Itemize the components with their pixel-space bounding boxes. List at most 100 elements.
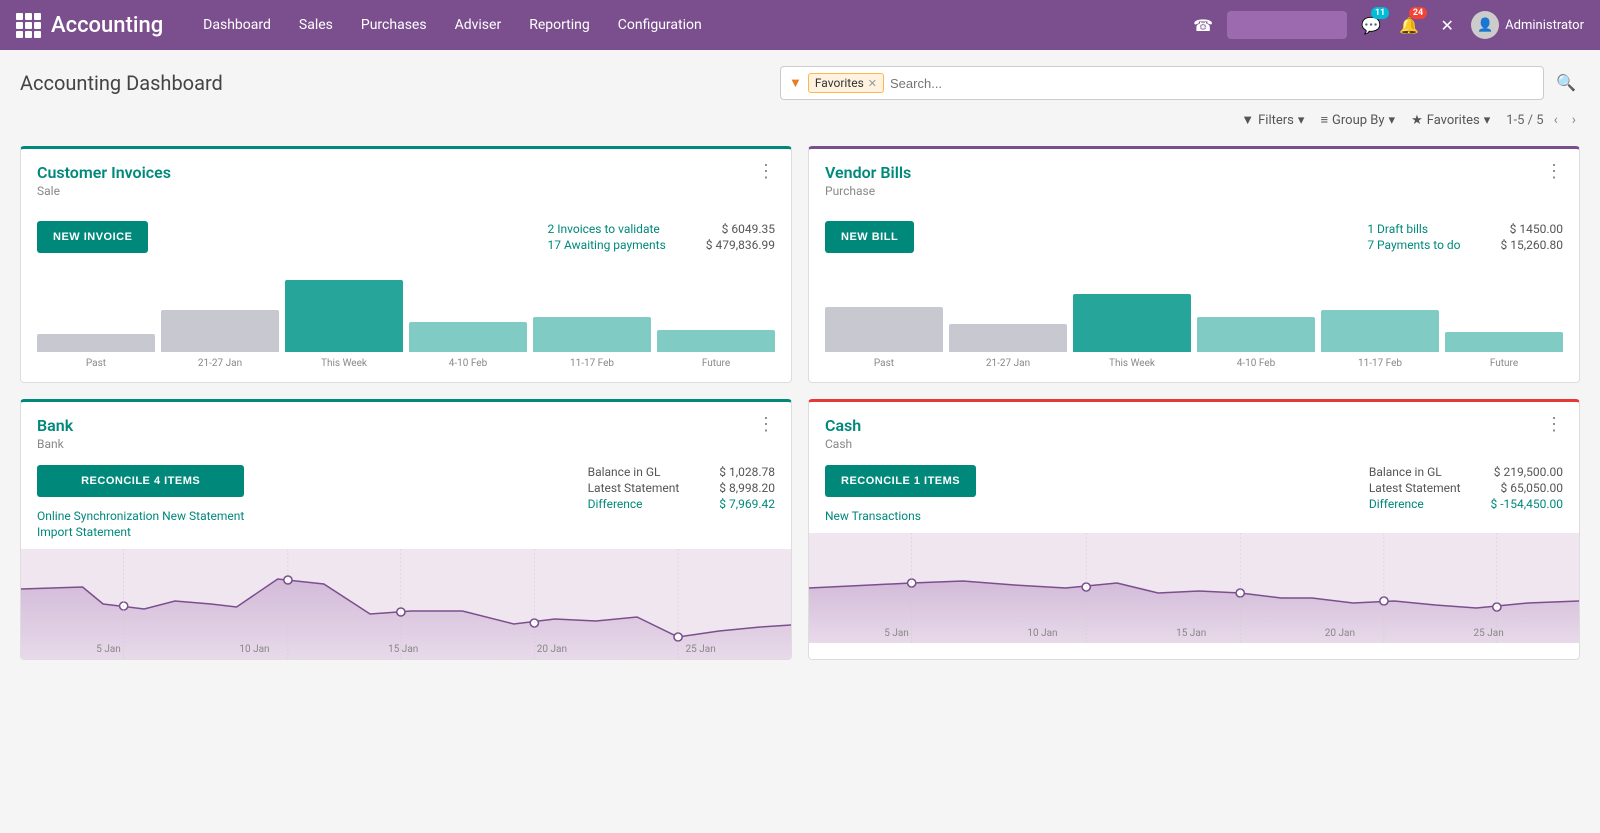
cash-difference-line: Difference $ -154,450.00 xyxy=(1369,497,1563,511)
search-box[interactable]: ▼ Favorites ✕ xyxy=(780,66,1544,100)
grid-icon xyxy=(16,13,41,38)
cash-gl-line: Balance in GL $ 219,500.00 xyxy=(1369,465,1563,479)
bank-statement-value: $ 8,998.20 xyxy=(719,481,775,495)
bar-label: 21-27 Jan xyxy=(161,358,279,369)
bank-left: RECONCILE 4 ITEMS Online Synchronization… xyxy=(37,465,244,539)
pagination-label: 1-5 / 5 xyxy=(1506,113,1543,128)
bar-label: 11-17 Feb xyxy=(533,358,651,369)
reconcile-cash-button[interactable]: RECONCILE 1 ITEMS xyxy=(825,465,976,497)
dashboard-header: Accounting Dashboard ▼ Favorites ✕ 🔍 xyxy=(20,66,1580,100)
awaiting-payments-value: $ 479,836.99 xyxy=(706,238,775,252)
vendor-bills-subtitle: Purchase xyxy=(825,184,911,198)
cash-stats: Balance in GL $ 219,500.00 Latest Statem… xyxy=(1369,465,1563,513)
cash-diff-value: $ -154,450.00 xyxy=(1490,497,1563,511)
prev-page-button[interactable]: ‹ xyxy=(1550,110,1562,130)
bar-group xyxy=(37,334,155,352)
bar-group xyxy=(409,322,527,352)
bank-label-jan25: 25 Jan xyxy=(686,644,716,655)
bank-links: Online Synchronization New Statement Imp… xyxy=(37,509,244,539)
alerts-badge: 24 xyxy=(1409,7,1427,19)
bar xyxy=(1197,317,1315,352)
menu-sales[interactable]: Sales xyxy=(287,11,345,39)
import-statement-link[interactable]: Import Statement xyxy=(37,525,244,539)
bar xyxy=(825,307,943,352)
new-invoice-button[interactable]: NEW INVOICE xyxy=(37,221,148,253)
bank-diff-value: $ 7,969.42 xyxy=(719,497,775,511)
cards-grid: Customer Invoices Sale ⋮ NEW INVOICE 2 I… xyxy=(20,146,1580,660)
favorites-button[interactable]: ★ Favorites ▾ xyxy=(1411,113,1490,128)
groupby-icon: ≡ xyxy=(1320,112,1328,128)
bar-group xyxy=(825,307,943,352)
payments-to-do-line: 7 Payments to do $ 15,260.80 xyxy=(1367,238,1563,252)
bar-group xyxy=(1197,317,1315,352)
bar-label: This Week xyxy=(285,358,403,369)
remove-filter-button[interactable]: ✕ xyxy=(868,77,877,90)
cash-chart-labels: 5 Jan 10 Jan 15 Jan 20 Jan 25 Jan xyxy=(809,628,1579,639)
cash-label-jan15: 15 Jan xyxy=(1176,628,1206,639)
customer-invoices-menu-icon[interactable]: ⋮ xyxy=(757,163,775,181)
menu-configuration[interactable]: Configuration xyxy=(606,11,714,39)
menu-reporting[interactable]: Reporting xyxy=(517,11,602,39)
search-submit-button[interactable]: 🔍 xyxy=(1552,69,1580,97)
draft-bills-link[interactable]: 1 Draft bills xyxy=(1367,222,1428,236)
groupby-button[interactable]: ≡ Group By ▾ xyxy=(1320,112,1395,128)
new-transactions-link[interactable]: New Transactions xyxy=(825,509,976,523)
bank-label-jan10: 10 Jan xyxy=(239,644,269,655)
customer-invoices-card: Customer Invoices Sale ⋮ NEW INVOICE 2 I… xyxy=(20,146,792,383)
stat-line-2: 17 Awaiting payments $ 479,836.99 xyxy=(548,238,775,252)
menu-dashboard[interactable]: Dashboard xyxy=(191,11,283,39)
bank-label-jan20: 20 Jan xyxy=(537,644,567,655)
phone-icon[interactable]: ☎ xyxy=(1189,11,1217,39)
page-title: Accounting Dashboard xyxy=(20,71,223,95)
menu-adviser[interactable]: Adviser xyxy=(443,11,514,39)
bar-group xyxy=(161,310,279,352)
online-sync-link[interactable]: Online Synchronization New Statement xyxy=(37,509,244,523)
filter-funnel-icon: ▼ xyxy=(789,75,802,91)
bar-label: Future xyxy=(1445,358,1563,369)
cash-gl-label: Balance in GL xyxy=(1369,465,1442,479)
new-bill-button[interactable]: NEW BILL xyxy=(825,221,914,253)
cash-title: Cash xyxy=(825,416,861,435)
bar-label: Past xyxy=(37,358,155,369)
alerts-icon[interactable]: 🔔 24 xyxy=(1395,11,1423,39)
invoices-validate-link[interactable]: 2 Invoices to validate xyxy=(548,222,660,236)
bar-group xyxy=(1445,332,1563,352)
menu-purchases[interactable]: Purchases xyxy=(349,11,439,39)
filters-button[interactable]: ▼ Filters ▾ xyxy=(1241,112,1304,128)
messages-badge: 11 xyxy=(1371,7,1389,19)
bar-group xyxy=(285,280,403,352)
next-page-button[interactable]: › xyxy=(1568,110,1580,130)
vendor-bills-card: Vendor Bills Purchase ⋮ NEW BILL 1 Draft… xyxy=(808,146,1580,383)
cash-label-jan25: 25 Jan xyxy=(1474,628,1504,639)
favorites-filter-tag: Favorites ✕ xyxy=(808,73,884,93)
reconcile-bank-button[interactable]: RECONCILE 4 ITEMS xyxy=(37,465,244,497)
awaiting-payments-link[interactable]: 17 Awaiting payments xyxy=(548,238,666,252)
bank-menu-icon[interactable]: ⋮ xyxy=(757,416,775,434)
topnav-search[interactable] xyxy=(1227,11,1347,39)
cash-menu-icon[interactable]: ⋮ xyxy=(1545,416,1563,434)
close-icon[interactable]: ✕ xyxy=(1433,11,1461,39)
cash-label-jan5: 5 Jan xyxy=(884,628,909,639)
vendor-bills-menu-icon[interactable]: ⋮ xyxy=(1545,163,1563,181)
cash-statement-value: $ 65,050.00 xyxy=(1501,481,1563,495)
invoices-validate-value: $ 6049.35 xyxy=(722,222,775,236)
vendor-bills-stats: 1 Draft bills $ 1450.00 7 Payments to do… xyxy=(1367,222,1563,252)
messages-icon[interactable]: 💬 11 xyxy=(1357,11,1385,39)
bank-svg-chart xyxy=(21,549,791,659)
bank-line-chart: 5 Jan 10 Jan 15 Jan 20 Jan 25 Jan xyxy=(21,549,791,659)
favorites-tag-label: Favorites xyxy=(815,76,864,90)
groupby-chevron: ▾ xyxy=(1389,113,1396,128)
draft-bills-value: $ 1450.00 xyxy=(1510,222,1563,236)
cash-links: New Transactions xyxy=(825,509,976,523)
stat-line-1: 2 Invoices to validate $ 6049.35 xyxy=(548,222,775,236)
payments-to-do-link[interactable]: 7 Payments to do xyxy=(1367,238,1460,252)
customer-invoices-stats: 2 Invoices to validate $ 6049.35 17 Awai… xyxy=(548,222,775,252)
bank-card: Bank Bank ⋮ RECONCILE 4 ITEMS Online Syn… xyxy=(20,399,792,660)
search-input[interactable] xyxy=(890,76,1535,91)
bank-gl-label: Balance in GL xyxy=(588,465,661,479)
admin-menu[interactable]: 👤 Administrator xyxy=(1471,11,1584,39)
filter-row: ▼ Filters ▾ ≡ Group By ▾ ★ Favorites ▾ 1… xyxy=(20,110,1580,130)
vendor-bills-chart: Past21-27 JanThis Week4-10 Feb11-17 FebF… xyxy=(809,272,1579,382)
app-logo[interactable]: Accounting xyxy=(16,13,163,38)
bar xyxy=(285,280,403,352)
